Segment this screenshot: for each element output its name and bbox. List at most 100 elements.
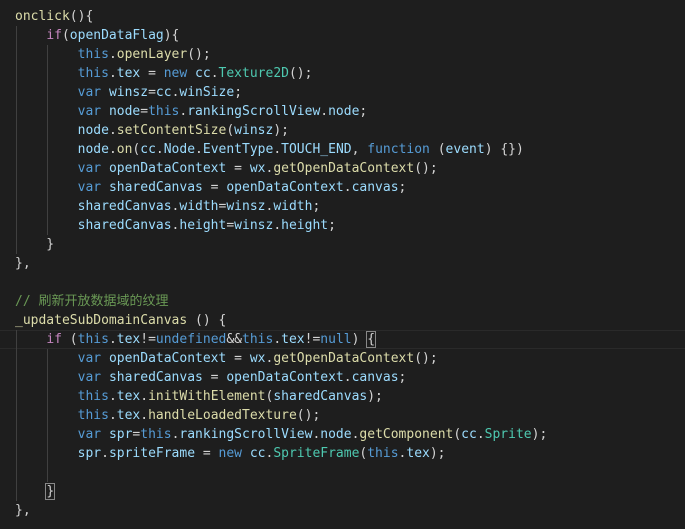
code-line[interactable]: if (this.tex!=undefined&&this.tex!=null)…: [0, 330, 685, 349]
code-token: .: [140, 389, 149, 404]
code-token: canvas: [351, 180, 399, 195]
code-token: on: [116, 142, 133, 157]
code-token: openLayer: [116, 47, 188, 62]
code-line[interactable]: this.openLayer();: [0, 45, 685, 64]
code-line[interactable]: var spr=this.rankingScrollView.node.getC…: [0, 425, 685, 444]
code-line[interactable]: // 刷新开放数据域的纹理: [0, 292, 685, 311]
code-token: },: [15, 503, 31, 518]
code-line[interactable]: var openDataContext = wx.getOpenDataCont…: [0, 159, 685, 178]
code-token: .: [108, 408, 117, 423]
code-token: node: [108, 104, 141, 119]
code-text: },: [15, 501, 31, 520]
code-token: ();: [414, 351, 438, 366]
code-token: var: [77, 180, 102, 195]
code-line[interactable]: node.setContentSize(winsz);: [0, 121, 685, 140]
code-line[interactable]: var sharedCanvas = openDataContext.canva…: [0, 368, 685, 387]
code-token: spr: [77, 446, 102, 461]
code-line[interactable]: onclick(){: [0, 7, 685, 26]
code-text: },: [15, 254, 31, 273]
code-token: new: [218, 446, 242, 461]
code-token: rankingScrollView: [179, 427, 313, 442]
code-text: onclick(){: [15, 7, 93, 26]
code-token: tex: [116, 66, 141, 81]
code-line[interactable]: }: [0, 482, 685, 501]
code-token: (: [429, 142, 446, 157]
code-token: openDataContext: [226, 180, 344, 195]
code-token: spr: [108, 427, 133, 442]
code-text: }: [15, 235, 54, 254]
code-line[interactable]: spr.spriteFrame = new cc.SpriteFrame(thi…: [0, 444, 685, 463]
code-line[interactable]: if(openDataFlag){: [0, 26, 685, 45]
code-token: width: [273, 199, 313, 214]
code-token: ;: [398, 180, 407, 195]
code-token: this: [367, 446, 399, 461]
code-token: ();: [414, 161, 438, 176]
code-line[interactable]: this.tex.initWithElement(sharedCanvas);: [0, 387, 685, 406]
code-token: setContentSize: [116, 123, 227, 138]
code-token: Sprite: [484, 427, 532, 442]
code-token: winsz: [108, 85, 149, 100]
code-text: var winsz=cc.winSize;: [15, 83, 242, 102]
code-token: =: [202, 370, 227, 385]
code-line[interactable]: _updateSubDomainCanvas () {: [0, 311, 685, 330]
code-editor[interactable]: onclick(){ if(openDataFlag){ this.openLa…: [0, 0, 685, 529]
code-token: this: [77, 66, 109, 81]
code-token: winsz: [226, 199, 266, 214]
code-text: this.tex.handleLoadedTexture();: [15, 406, 321, 425]
code-token: Texture2D: [218, 66, 289, 81]
code-text: var sharedCanvas = openDataContext.canva…: [15, 178, 407, 197]
code-token: this: [140, 427, 172, 442]
code-text: }: [15, 482, 56, 501]
code-token: ;: [359, 104, 368, 119]
code-line[interactable]: }: [0, 235, 685, 254]
code-token: .: [210, 66, 219, 81]
code-token: onclick: [15, 9, 70, 24]
code-line[interactable]: var openDataContext = wx.getOpenDataCont…: [0, 349, 685, 368]
code-token: spriteFrame: [108, 446, 196, 461]
code-token: this: [77, 408, 109, 423]
code-text: spr.spriteFrame = new cc.SpriteFrame(thi…: [15, 444, 446, 463]
code-line[interactable]: sharedCanvas.width=winsz.width;: [0, 197, 685, 216]
code-line[interactable]: },: [0, 254, 685, 273]
code-line[interactable]: this.tex = new cc.Texture2D();: [0, 64, 685, 83]
code-line[interactable]: this.tex.handleLoadedTexture();: [0, 406, 685, 425]
code-token: sharedCanvas: [77, 218, 172, 233]
code-line[interactable]: },: [0, 501, 685, 520]
code-token: .: [108, 66, 117, 81]
code-line[interactable]: [0, 273, 685, 292]
code-token: .: [108, 142, 117, 157]
code-token: tex: [406, 446, 430, 461]
code-token: (: [61, 28, 70, 43]
code-token: .: [108, 47, 117, 62]
code-token: var: [77, 370, 102, 385]
code-line[interactable]: var node=this.rankingScrollView.node;: [0, 102, 685, 121]
code-line[interactable]: var winsz=cc.winSize;: [0, 83, 685, 102]
matched-bracket: }: [45, 483, 56, 500]
code-token: ) {}): [484, 142, 524, 157]
code-token: tex: [116, 389, 141, 404]
code-token: tex: [116, 332, 141, 347]
code-token: if: [46, 28, 62, 43]
code-text: sharedCanvas.height=winsz.height;: [15, 216, 336, 235]
code-token: !=: [140, 332, 156, 347]
code-token: sharedCanvas: [77, 199, 172, 214]
code-line[interactable]: node.on(cc.Node.EventType.TOUCH_END, fun…: [0, 140, 685, 159]
code-token: .: [320, 104, 329, 119]
code-token: var: [77, 85, 102, 100]
code-token: .: [155, 142, 164, 157]
code-text: var openDataContext = wx.getOpenDataCont…: [15, 349, 438, 368]
code-token: .: [108, 389, 117, 404]
code-line[interactable]: sharedCanvas.height=winsz.height;: [0, 216, 685, 235]
code-line[interactable]: var sharedCanvas = openDataContext.canva…: [0, 178, 685, 197]
code-line[interactable]: [0, 463, 685, 482]
